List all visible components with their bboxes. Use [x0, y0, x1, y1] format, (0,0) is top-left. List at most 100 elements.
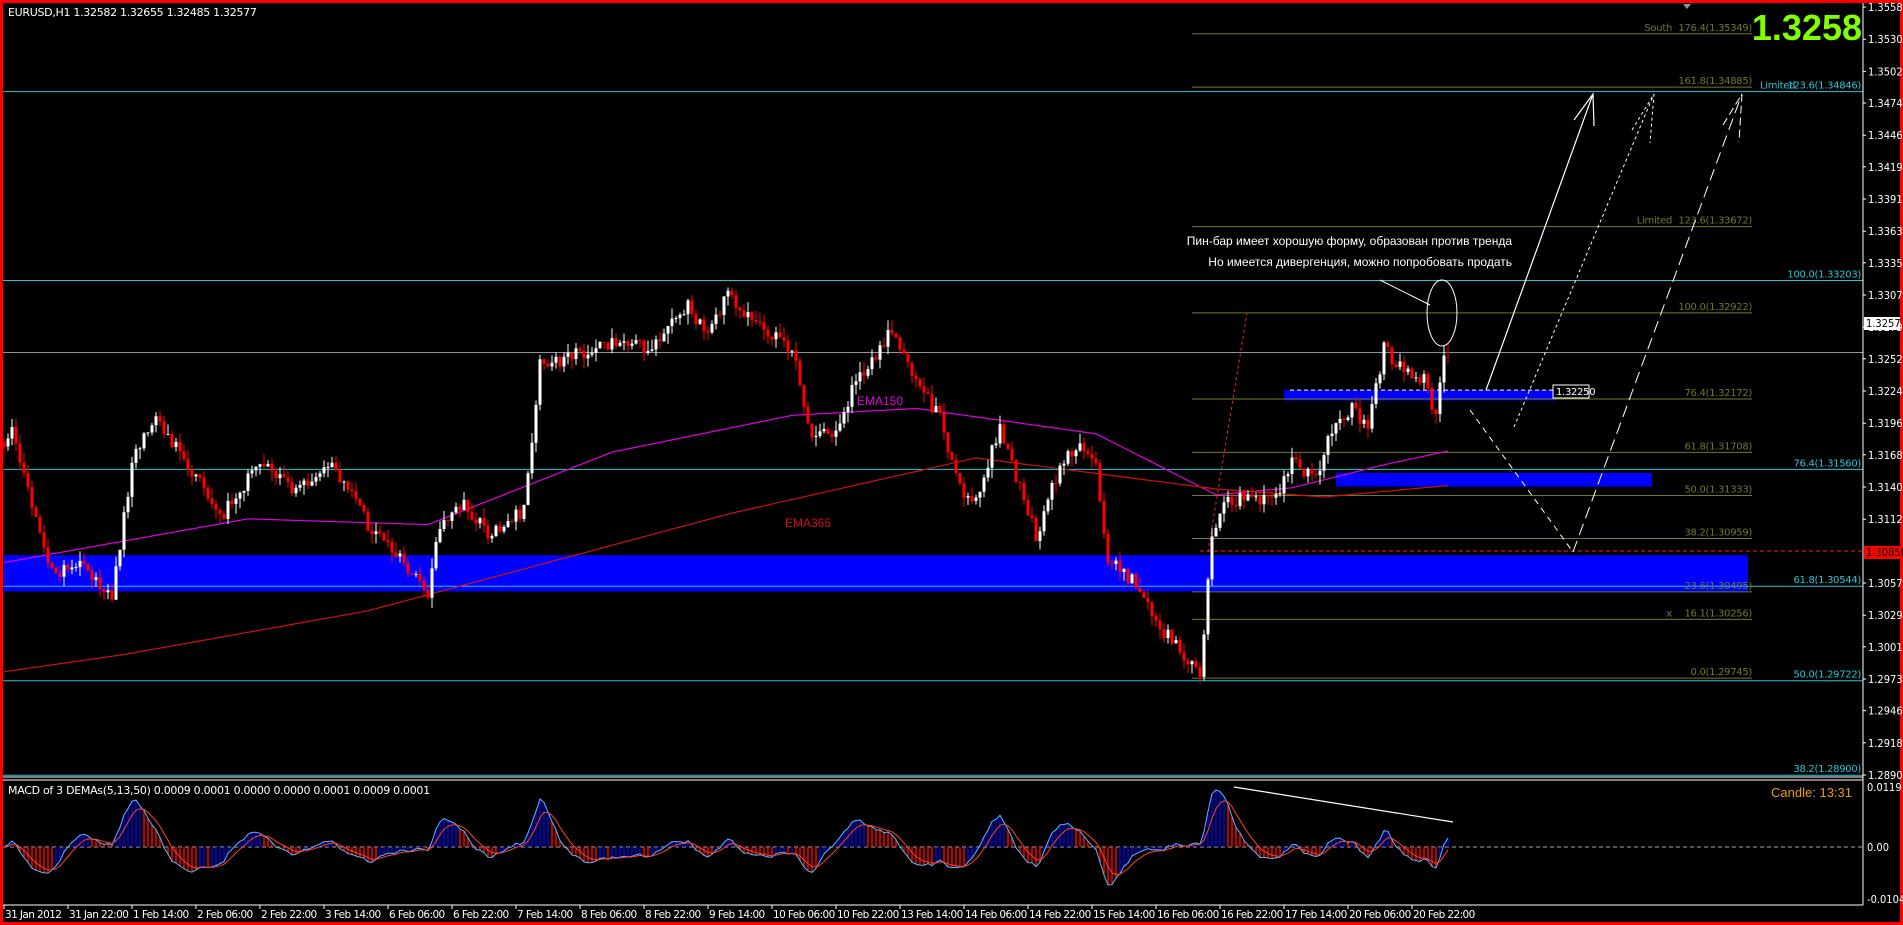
candle-body[interactable] [1062, 463, 1066, 466]
candle-body[interactable] [874, 357, 878, 360]
candle-body[interactable] [518, 509, 522, 519]
candle-body[interactable] [746, 312, 750, 318]
candle-body[interactable] [98, 577, 102, 590]
candle-body[interactable] [362, 505, 366, 512]
candle-body[interactable] [750, 312, 754, 320]
candle-body[interactable] [550, 362, 554, 367]
candle-body[interactable] [490, 536, 494, 539]
candle-body[interactable] [1378, 374, 1382, 384]
candle-body[interactable] [138, 448, 142, 450]
candle-body[interactable] [426, 589, 430, 598]
candle-body[interactable] [370, 530, 374, 535]
candle-body[interactable] [342, 481, 346, 483]
candle-body[interactable] [102, 589, 106, 593]
candle-body[interactable] [458, 506, 462, 510]
candle-body[interactable] [1406, 368, 1410, 373]
candle-body[interactable] [110, 590, 114, 600]
dotted-arrow-line[interactable] [1513, 93, 1655, 428]
candle-body[interactable] [998, 424, 1002, 444]
candle-body[interactable] [994, 443, 998, 446]
candle-body[interactable] [122, 512, 126, 550]
candle-body[interactable] [1446, 351, 1450, 353]
red-dotted-trend-line[interactable] [1207, 312, 1248, 553]
candle-body[interactable] [962, 483, 966, 498]
candle-body[interactable] [1358, 408, 1362, 424]
candle-body[interactable] [774, 332, 778, 340]
candle-body[interactable] [654, 339, 658, 350]
candle-body[interactable] [338, 469, 342, 483]
candle-body[interactable] [530, 442, 534, 474]
candle-body[interactable] [366, 511, 370, 531]
candle-body[interactable] [778, 332, 782, 338]
candle-body[interactable] [454, 506, 458, 513]
candle-body[interactable] [150, 425, 154, 433]
candle-body[interactable] [1258, 496, 1262, 505]
candle-body[interactable] [718, 314, 722, 316]
candle-body[interactable] [1266, 494, 1270, 497]
candle-body[interactable] [1030, 515, 1034, 518]
candle-body[interactable] [226, 500, 230, 520]
candle-body[interactable] [354, 491, 358, 499]
candle-body[interactable] [430, 568, 434, 598]
candle-body[interactable] [650, 349, 654, 351]
candle-body[interactable] [630, 343, 634, 346]
candle-body[interactable] [1374, 383, 1378, 404]
candle-body[interactable] [1114, 560, 1118, 565]
candle-body[interactable] [1254, 496, 1258, 498]
candle-body[interactable] [1426, 374, 1430, 389]
candle-body[interactable] [1110, 562, 1114, 565]
candle-body[interactable] [1310, 468, 1314, 475]
candle-body[interactable] [1194, 661, 1198, 668]
candle-body[interactable] [1410, 368, 1414, 378]
candle-body[interactable] [1006, 443, 1010, 449]
candle-body[interactable] [270, 463, 274, 472]
candle-body[interactable] [850, 384, 854, 407]
candle-body[interactable] [714, 314, 718, 324]
candle-body[interactable] [1350, 403, 1354, 418]
candle-body[interactable] [1206, 579, 1210, 635]
candle-body[interactable] [1438, 382, 1442, 415]
divergence-line[interactable] [1233, 786, 1454, 823]
long-dashed-arrow-line[interactable] [1572, 93, 1743, 553]
candle-body[interactable] [22, 462, 26, 473]
candle-body[interactable] [826, 428, 830, 434]
candle-body[interactable] [462, 499, 466, 510]
candle-body[interactable] [182, 451, 186, 460]
candle-body[interactable] [1422, 374, 1426, 383]
candle-body[interactable] [1134, 574, 1138, 588]
candle-body[interactable] [1398, 361, 1402, 367]
candle-body[interactable] [162, 421, 166, 435]
candle-body[interactable] [1098, 463, 1102, 501]
candle-body[interactable] [82, 560, 86, 564]
candle-body[interactable] [914, 375, 918, 380]
candle-body[interactable] [414, 573, 418, 575]
candle-body[interactable] [214, 504, 218, 510]
candle-body[interactable] [1010, 448, 1014, 461]
candle-body[interactable] [194, 474, 198, 477]
candle-body[interactable] [710, 323, 714, 333]
candle-body[interactable] [554, 356, 558, 363]
candle-body[interactable] [770, 336, 774, 340]
candle-body[interactable] [690, 300, 694, 314]
candle-body[interactable] [290, 481, 294, 494]
candle-body[interactable] [986, 467, 990, 478]
candle-body[interactable] [438, 528, 442, 542]
candle-body[interactable] [262, 464, 266, 467]
candle-body[interactable] [1166, 629, 1170, 638]
candle-body[interactable] [510, 520, 514, 522]
candle-body[interactable] [62, 564, 66, 577]
candle-body[interactable] [474, 519, 478, 524]
candle-body[interactable] [862, 372, 866, 376]
candle-body[interactable] [206, 487, 210, 499]
candle-body[interactable] [242, 490, 246, 493]
candle-body[interactable] [1170, 629, 1174, 644]
candle-body[interactable] [514, 509, 518, 522]
candle-body[interactable] [1178, 640, 1182, 653]
candle-body[interactable] [898, 337, 902, 350]
candle-body[interactable] [810, 423, 814, 437]
candle-body[interactable] [398, 553, 402, 557]
candle-body[interactable] [1118, 560, 1122, 573]
candle-body[interactable] [166, 434, 170, 436]
candle-body[interactable] [726, 290, 730, 297]
candle-body[interactable] [978, 491, 982, 498]
